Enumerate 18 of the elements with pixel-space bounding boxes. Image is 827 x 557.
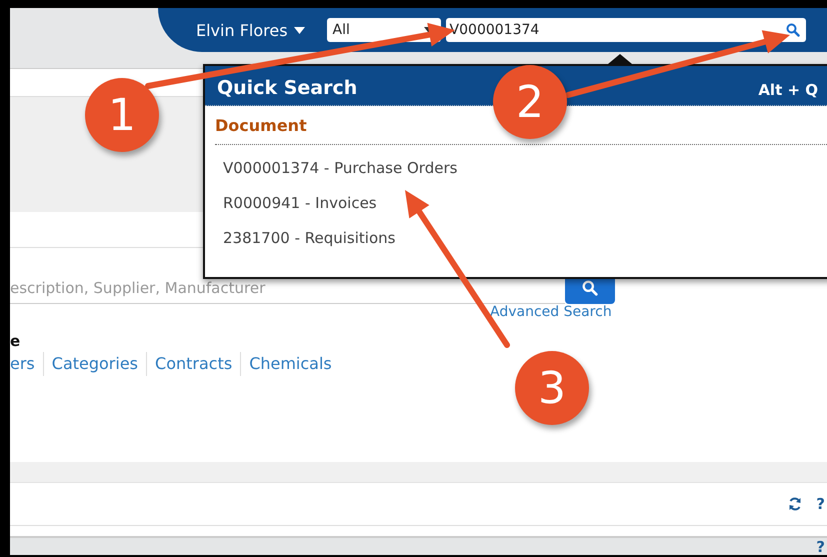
user-menu[interactable]: Elvin Flores	[196, 20, 305, 40]
nav-link[interactable]: Categories	[42, 352, 146, 376]
help-button[interactable]: ?	[816, 495, 825, 513]
search-result[interactable]: R0000941 - Invoices	[223, 192, 827, 215]
search-icon	[786, 23, 800, 37]
search-result[interactable]: V000001374 - Purchase Orders	[223, 157, 827, 180]
nav-link[interactable]: Contracts	[146, 352, 240, 376]
caret-icon	[294, 26, 305, 34]
search-field[interactable]: V000001374	[446, 18, 806, 42]
advanced-search-link[interactable]: Advanced Search	[490, 304, 612, 326]
search-result[interactable]: 2381700 - Requisitions	[223, 227, 827, 250]
help-button[interactable]: ?	[816, 538, 825, 555]
nav-link[interactable]: Chemicals	[240, 352, 340, 376]
shortcut-label: Alt + Q	[758, 81, 818, 99]
refresh-icon[interactable]	[788, 497, 802, 511]
section-label: e	[10, 332, 22, 352]
popup-title: Quick Search	[217, 77, 358, 99]
nav-link[interactable]: ers	[10, 352, 43, 376]
